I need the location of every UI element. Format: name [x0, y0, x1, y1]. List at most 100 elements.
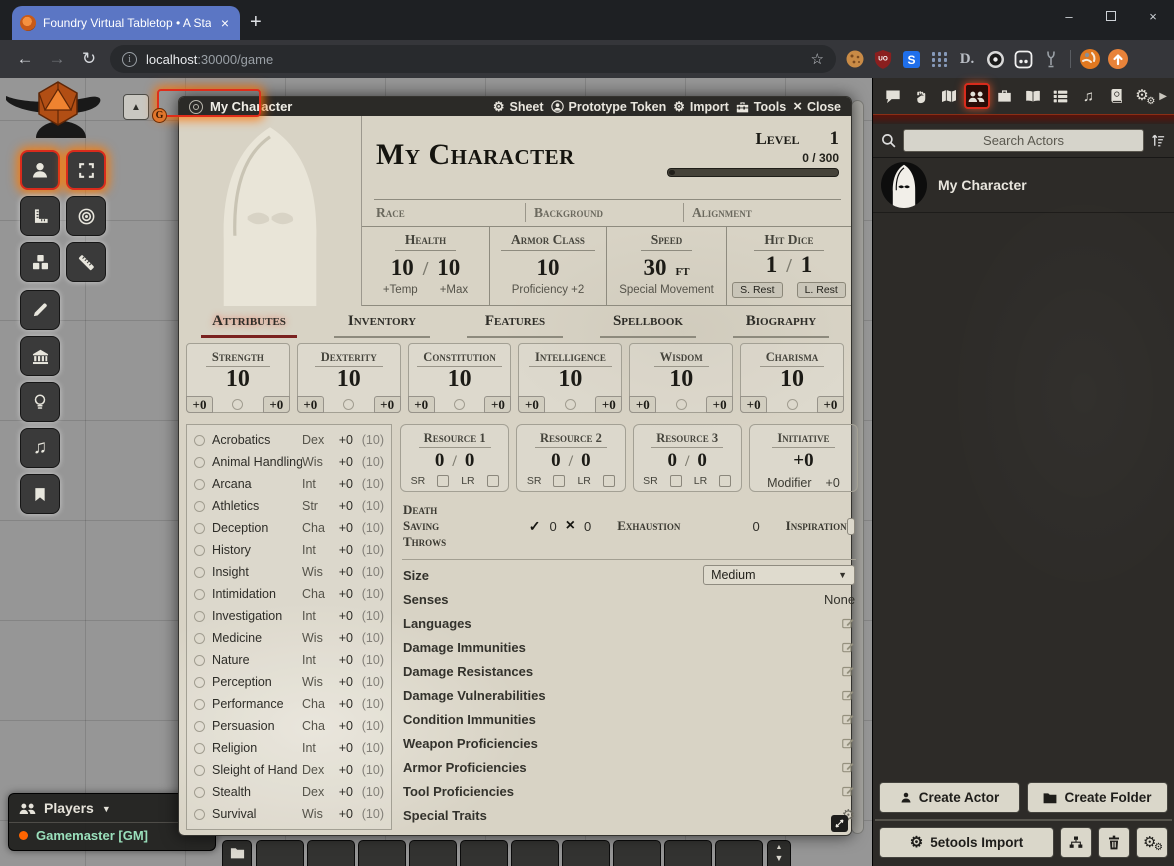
- skill-row[interactable]: Investigation Int +0 (10): [194, 605, 384, 627]
- character-portrait[interactable]: [179, 116, 362, 306]
- tuning-fork-icon[interactable]: [1038, 46, 1064, 72]
- tab-combat[interactable]: [908, 83, 934, 109]
- search-actors-input[interactable]: [903, 129, 1144, 152]
- tab-journal[interactable]: [1020, 83, 1046, 109]
- ability-proficiency-radio[interactable]: [787, 399, 798, 410]
- sheet-config-button[interactable]: ⚙Sheet: [493, 99, 544, 115]
- screenshot-box-icon[interactable]: [1010, 46, 1036, 72]
- skill-name[interactable]: History: [212, 543, 302, 557]
- macro-slot[interactable]: [613, 840, 661, 866]
- tab-attributes[interactable]: Attributes: [201, 313, 297, 338]
- skill-row[interactable]: Survival Wis +0 (10): [194, 803, 384, 825]
- macro-slot[interactable]: [511, 840, 559, 866]
- maximize-button[interactable]: [1090, 0, 1132, 32]
- ability-mod[interactable]: +0: [706, 396, 733, 413]
- skill-name[interactable]: Persuasion: [212, 719, 302, 733]
- skill-proficiency-radio[interactable]: [194, 721, 205, 732]
- prototype-token-button[interactable]: Prototype Token: [551, 100, 667, 114]
- macro-slot[interactable]: [562, 840, 610, 866]
- ability-proficiency-radio[interactable]: [454, 399, 465, 410]
- resource-lr-checkbox[interactable]: [719, 475, 731, 487]
- skill-proficiency-radio[interactable]: [194, 457, 205, 468]
- resize-handle[interactable]: [831, 815, 848, 832]
- ability-save[interactable]: +0: [297, 396, 324, 413]
- resource-max[interactable]: 0: [581, 450, 591, 472]
- ability-name[interactable]: Strength: [206, 350, 270, 367]
- tab-inventory[interactable]: Inventory: [334, 313, 430, 338]
- close-window-button[interactable]: ×: [1132, 0, 1174, 32]
- macro-slot[interactable]: [307, 840, 355, 866]
- resource-used[interactable]: 0: [551, 450, 561, 472]
- resource-sr-checkbox[interactable]: [670, 475, 682, 487]
- edit-icon[interactable]: [841, 688, 855, 702]
- ac-value[interactable]: 10: [537, 255, 560, 281]
- macro-slot[interactable]: [256, 840, 304, 866]
- ability-save[interactable]: +0: [740, 396, 767, 413]
- skill-name[interactable]: Performance: [212, 697, 302, 711]
- skill-name[interactable]: Medicine: [212, 631, 302, 645]
- create-folder-button[interactable]: Create Folder: [1027, 782, 1168, 813]
- special-movement-label[interactable]: Special Movement: [619, 284, 714, 296]
- skill-name[interactable]: Religion: [212, 741, 302, 755]
- edit-icon[interactable]: [841, 784, 855, 798]
- back-button[interactable]: ←: [10, 44, 40, 74]
- skill-row[interactable]: Persuasion Cha +0 (10): [194, 715, 384, 737]
- skill-row[interactable]: Intimidation Cha +0 (10): [194, 583, 384, 605]
- hp-tempmax-label[interactable]: +Max: [440, 284, 468, 296]
- ability-mod[interactable]: +0: [263, 396, 290, 413]
- ability-score[interactable]: 10: [741, 367, 843, 392]
- tab-playlists[interactable]: ♫: [1075, 83, 1101, 109]
- skill-proficiency-radio[interactable]: [194, 633, 205, 644]
- resource-title[interactable]: Resource 1: [419, 431, 491, 448]
- ability-save[interactable]: +0: [186, 396, 213, 413]
- death-success-icon[interactable]: ✓: [529, 518, 541, 535]
- ability-name[interactable]: Dexterity: [315, 350, 383, 367]
- sheet-titlebar[interactable]: My Character ⚙Sheet Prototype Token ⚙Imp…: [179, 97, 851, 116]
- hp-current[interactable]: 10: [391, 255, 414, 281]
- tab-spellbook[interactable]: Spellbook: [600, 313, 696, 338]
- resource-sr-checkbox[interactable]: [437, 475, 449, 487]
- skill-row[interactable]: Performance Cha +0 (10): [194, 693, 384, 715]
- hd-max[interactable]: 1: [801, 252, 813, 278]
- death-success-value[interactable]: 0: [549, 519, 556, 534]
- sort-icon[interactable]: [1151, 133, 1166, 148]
- lens-icon[interactable]: [982, 46, 1008, 72]
- skill-proficiency-radio[interactable]: [194, 479, 205, 490]
- skill-proficiency-radio[interactable]: [194, 743, 205, 754]
- ability-name[interactable]: Constitution: [417, 350, 502, 367]
- minimize-button[interactable]: –: [1048, 0, 1090, 32]
- lighting-tool-button[interactable]: [20, 382, 60, 422]
- skill-name[interactable]: Athletics: [212, 499, 302, 513]
- ability-proficiency-radio[interactable]: [343, 399, 354, 410]
- ability-mod[interactable]: +0: [595, 396, 622, 413]
- skill-name[interactable]: Deception: [212, 521, 302, 535]
- url-bar[interactable]: i localhost:30000/game ☆: [110, 45, 836, 73]
- sidebar-collapse-arrow[interactable]: ▶: [1159, 91, 1167, 102]
- folder-tree-button[interactable]: [1060, 827, 1092, 858]
- death-failure-icon[interactable]: ×: [566, 517, 575, 535]
- skill-proficiency-radio[interactable]: [194, 435, 205, 446]
- hp-max[interactable]: 10: [437, 255, 460, 281]
- skill-row[interactable]: Nature Int +0 (10): [194, 649, 384, 671]
- tab-scenes[interactable]: [936, 83, 962, 109]
- ruler-tool-button[interactable]: [66, 242, 106, 282]
- skill-row[interactable]: Perception Wis +0 (10): [194, 671, 384, 693]
- resource-max[interactable]: 0: [697, 450, 707, 472]
- skill-name[interactable]: Acrobatics: [212, 433, 302, 447]
- players-collapse-icon[interactable]: ▼: [102, 804, 111, 814]
- skill-proficiency-radio[interactable]: [194, 787, 205, 798]
- macro-slot[interactable]: [715, 840, 763, 866]
- game-canvas[interactable]: ▲ ♫: [0, 78, 1174, 866]
- skill-row[interactable]: Acrobatics Dex +0 (10): [194, 429, 384, 451]
- forward-button[interactable]: →: [42, 44, 72, 74]
- skill-proficiency-radio[interactable]: [194, 567, 205, 578]
- skill-proficiency-radio[interactable]: [194, 809, 205, 820]
- skill-name[interactable]: Intimidation: [212, 587, 302, 601]
- ublock-shield-icon[interactable]: UO: [870, 46, 896, 72]
- skill-row[interactable]: Insight Wis +0 (10): [194, 561, 384, 583]
- resource-lr-checkbox[interactable]: [603, 475, 615, 487]
- ability-mod[interactable]: +0: [484, 396, 511, 413]
- skill-name[interactable]: Stealth: [212, 785, 302, 799]
- skill-row[interactable]: Religion Int +0 (10): [194, 737, 384, 759]
- skill-proficiency-radio[interactable]: [194, 765, 205, 776]
